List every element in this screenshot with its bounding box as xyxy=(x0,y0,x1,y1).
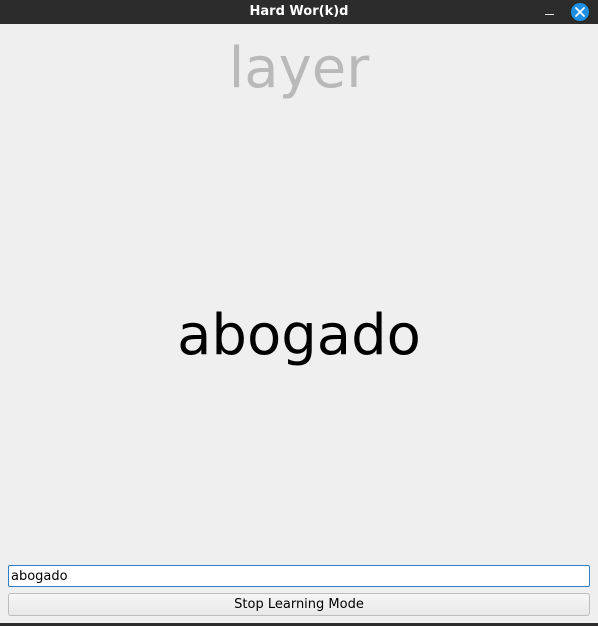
minimize-icon xyxy=(545,14,554,15)
answer-input[interactable] xyxy=(8,565,590,587)
title-bar[interactable]: Hard Wor(k)d xyxy=(0,0,598,24)
stop-learning-mode-button[interactable]: Stop Learning Mode xyxy=(8,593,590,616)
window-title: Hard Wor(k)d xyxy=(249,4,349,19)
app-window: Hard Wor(k)d layer abogado Stop Learning… xyxy=(0,0,598,626)
close-button[interactable] xyxy=(571,3,589,21)
target-word: abogado xyxy=(177,303,421,368)
hint-word: layer xyxy=(228,36,370,101)
close-icon xyxy=(575,7,585,17)
minimize-button[interactable] xyxy=(541,4,557,20)
